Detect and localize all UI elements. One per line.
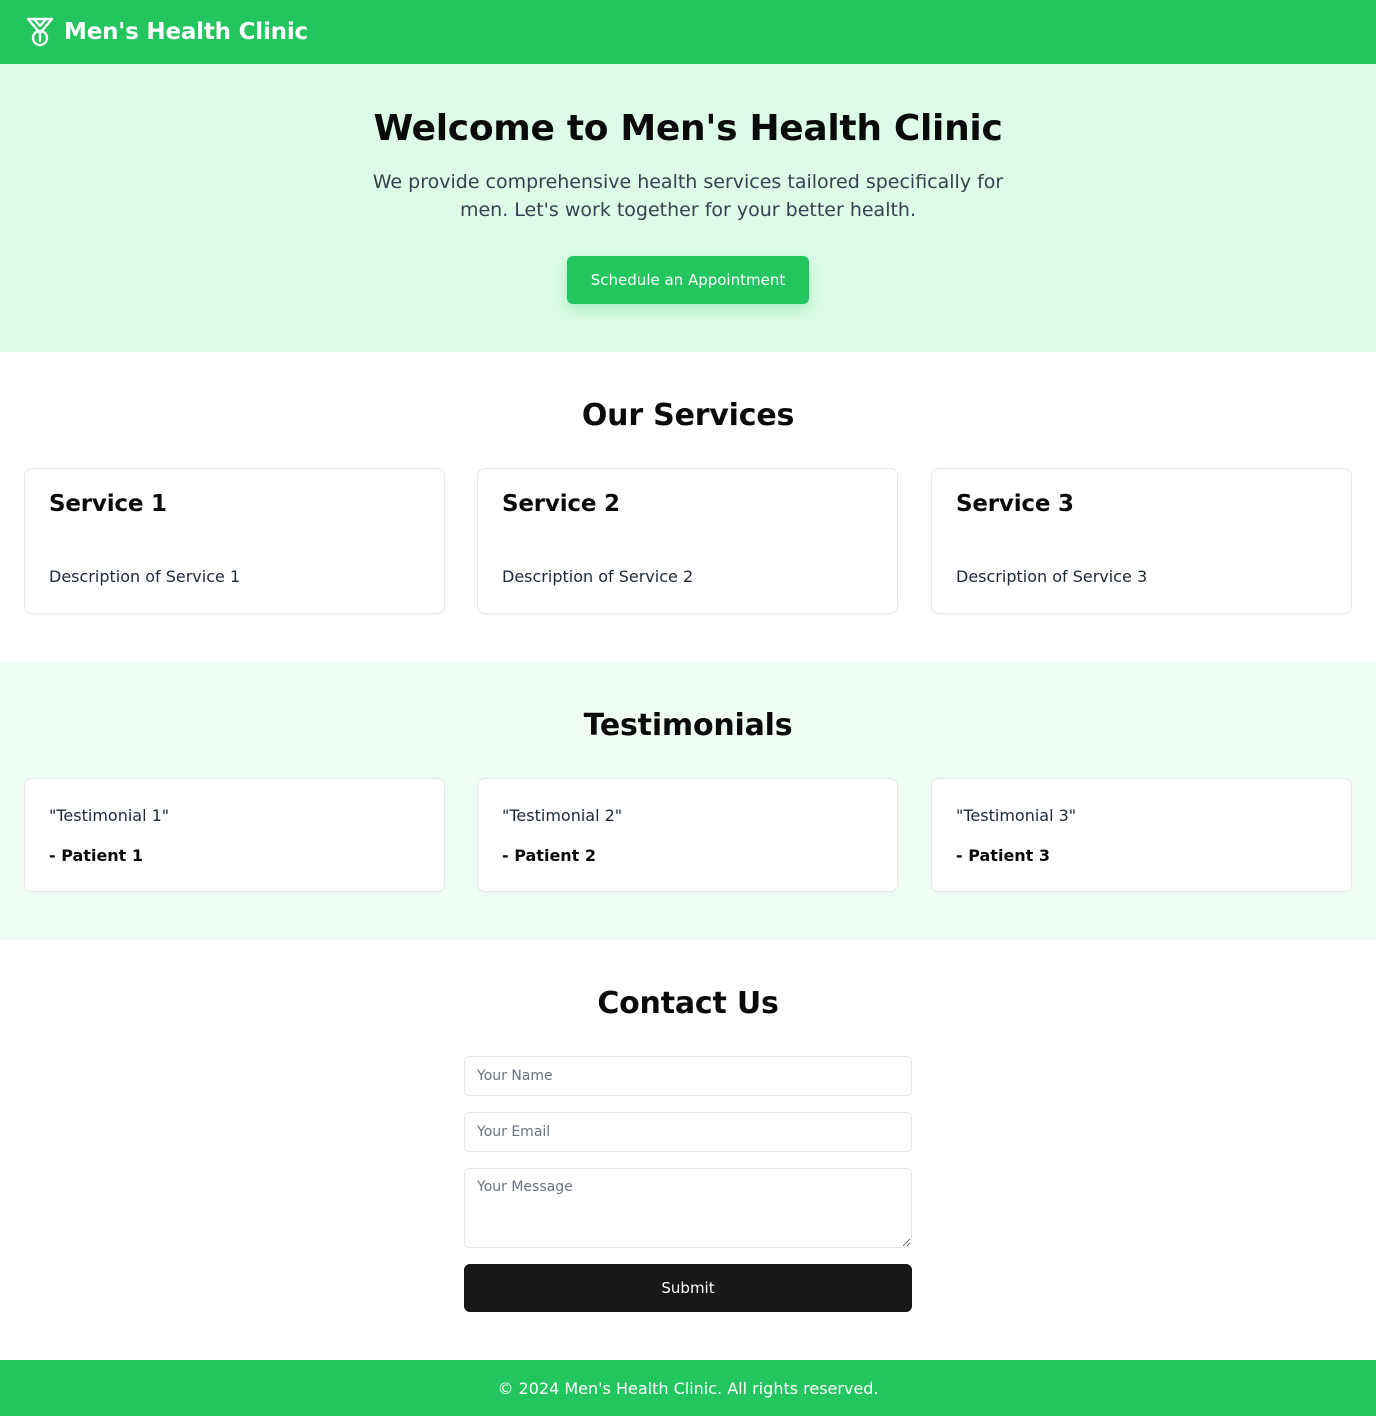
service-card: Service 3 Description of Service 3 (931, 468, 1352, 614)
service-description: Description of Service 2 (502, 567, 694, 586)
testimonial-card: "Testimonial 1" - Patient 1 (24, 778, 445, 892)
schedule-appointment-button[interactable]: Schedule an Appointment (567, 256, 809, 304)
service-description: Description of Service 3 (956, 567, 1148, 586)
site-header: Men's Health Clinic (0, 0, 1376, 64)
testimonial-quote: "Testimonial 1" (49, 806, 170, 825)
contact-heading: Contact Us (597, 986, 779, 1021)
email-input[interactable] (464, 1112, 912, 1152)
submit-button[interactable]: Submit (464, 1264, 912, 1312)
testimonial-card: "Testimonial 2" - Patient 2 (477, 778, 898, 892)
services-heading: Our Services (581, 398, 795, 433)
service-description: Description of Service 1 (49, 567, 241, 586)
service-title: Service 2 (502, 491, 620, 517)
footer-copyright: © 2024 Men's Health Clinic. All rights r… (497, 1378, 879, 1398)
hero-subtitle: We provide comprehensive health services… (372, 171, 1004, 221)
site-footer: © 2024 Men's Health Clinic. All rights r… (0, 1360, 1376, 1416)
contact-section: Contact Us Submit (0, 940, 1376, 1360)
hero-section: Welcome to Men's Health Clinic We provid… (0, 64, 1376, 352)
testimonials-section: Testimonials "Testimonial 1" - Patient 1… (0, 662, 1376, 940)
service-card: Service 2 Description of Service 2 (477, 468, 898, 614)
testimonial-author: - Patient 3 (956, 846, 1051, 865)
hero-title: Welcome to Men's Health Clinic (373, 108, 1003, 149)
name-input[interactable] (464, 1056, 912, 1096)
testimonial-author: - Patient 1 (49, 846, 144, 865)
services-section: Our Services Service 1 Description of Se… (0, 352, 1376, 662)
testimonial-quote: "Testimonial 2" (502, 806, 623, 825)
medal-icon (24, 16, 56, 48)
service-card: Service 1 Description of Service 1 (24, 468, 445, 614)
testimonial-quote: "Testimonial 3" (956, 806, 1077, 825)
service-title: Service 3 (956, 491, 1074, 517)
testimonials-heading: Testimonials (583, 708, 793, 743)
brand-name[interactable]: Men's Health Clinic (64, 19, 308, 45)
testimonial-card: "Testimonial 3" - Patient 3 (931, 778, 1352, 892)
message-textarea[interactable] (464, 1168, 912, 1248)
testimonial-author: - Patient 2 (502, 846, 597, 865)
service-title: Service 1 (49, 491, 167, 517)
